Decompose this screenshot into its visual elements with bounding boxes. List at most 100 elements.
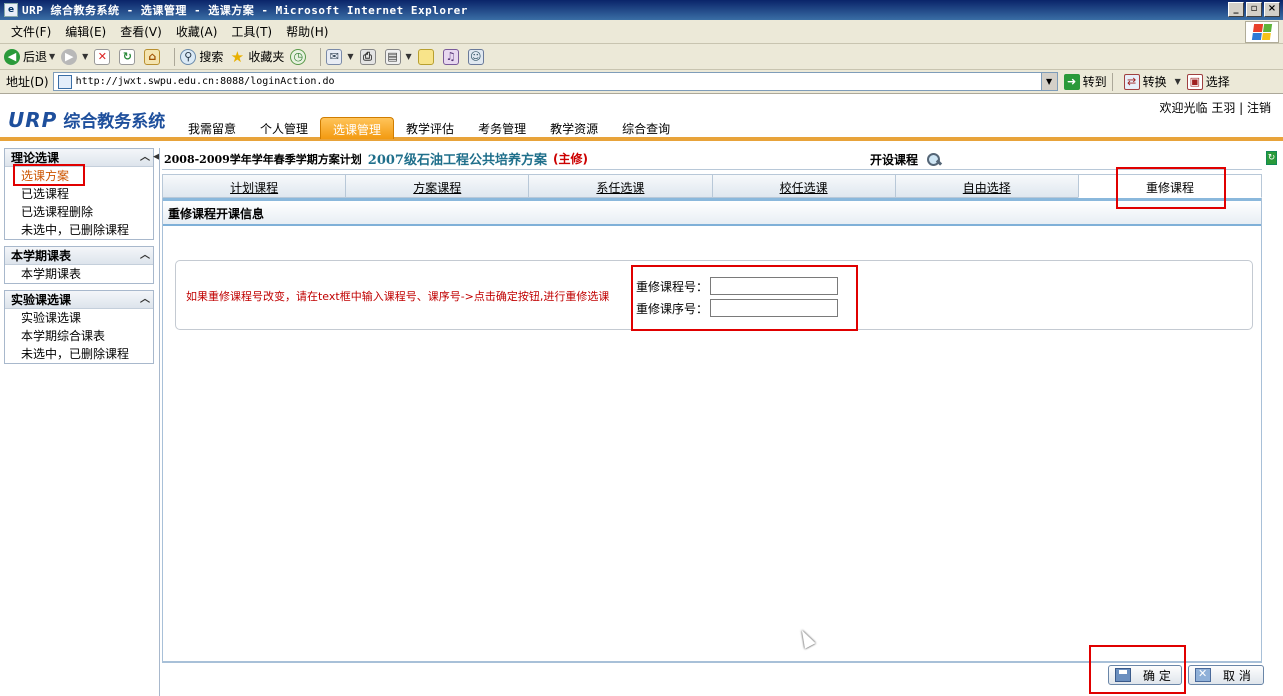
messenger-button[interactable]: ☺ [467,48,487,65]
nav-evaluation[interactable]: 教学评估 [394,117,466,139]
sidebar-item-unselected-deleted[interactable]: 未选中，已删除课程 [5,221,153,239]
urp-logo: URP 综合教务系统 [8,107,165,132]
section-no-label: 重修课序号： [636,301,709,316]
nav-exams[interactable]: 考务管理 [466,117,538,139]
sidebar-item-lab-unselected-deleted[interactable]: 未选中，已删除课程 [5,345,153,363]
cancel-button[interactable]: 取 消 [1188,665,1264,685]
tab-scheme-courses[interactable]: 方案课程 [345,174,529,198]
nav-resources[interactable]: 教学资源 [538,117,610,139]
menu-favorites[interactable]: 收藏(A) [176,23,218,40]
edit-button[interactable]: ▤ ▼ [384,48,412,65]
go-label: 转到 [1082,75,1107,89]
menu-help[interactable]: 帮助(H) [286,23,328,40]
sidebar-item-plan[interactable]: 选课方案 [5,167,153,185]
sidebar-item-delete-selected[interactable]: 已选课程删除 [5,203,153,221]
favorites-label: 收藏夹 [248,50,285,64]
print-button[interactable]: ⎙ [359,48,379,65]
tab-dept-electives[interactable]: 系任选课 [528,174,712,198]
address-input[interactable]: http://jwxt.swpu.edu.cn:8088/loginAction… [52,72,1058,91]
window-title: URP 综合教务系统 - 选课管理 - 选课方案 - Microsoft Int… [22,4,468,17]
nav-course-selection[interactable]: 选课管理 [320,117,395,139]
back-button[interactable]: ◀ 后退 ▼ [4,48,55,65]
menu-file[interactable]: 文件(F) [11,23,51,40]
messenger-icon: ☺ [467,48,484,65]
favorites-button[interactable]: ★ 收藏夹 [229,47,285,66]
section-no-row: 重修课序号： [636,297,839,319]
plan-name: 2007级石油工程公共培养方案 [367,153,547,168]
sidebar-item-term-timetable[interactable]: 本学期课表 [5,265,153,283]
mail-button[interactable]: ✉ ▼ [326,48,354,65]
open-course-link[interactable]: 开设课程 [870,151,942,168]
home-button[interactable]: ⌂ [144,48,163,65]
nav-query[interactable]: 综合查询 [610,117,682,139]
minimize-button[interactable]: _ [1228,2,1244,17]
chevron-down-icon: ▼ [405,52,412,61]
stop-icon: ✕ [94,48,111,65]
left-sidebar: 理论选课 ︿ 选课方案 已选课程 已选课程删除 未选中，已删除课程 本学期课表 … [4,148,154,370]
menu-view[interactable]: 查看(V) [120,23,162,40]
research-button[interactable]: ♫ [442,48,462,65]
select-button[interactable]: ▣ 选择 [1186,73,1230,90]
chevron-down-icon: ▼ [1174,77,1181,86]
refresh-panel-icon[interactable]: ↻ [1266,151,1277,165]
toolbar-divider [320,47,322,66]
magnifier-icon[interactable] [926,152,942,167]
tab-free-choice[interactable]: 自由选择 [894,174,1078,198]
sidebar-group-title[interactable]: 实验课选课 ︿ [5,291,153,309]
nav-personal[interactable]: 个人管理 [248,117,320,139]
go-button[interactable]: ➜ 转到 [1063,73,1107,90]
course-tabs: 计划课程 方案课程 系任选课 校任选课 自由选择 重修课程 [162,174,1263,198]
menu-tools[interactable]: 工具(T) [231,23,272,40]
search-button[interactable]: ⚲ 搜索 [180,48,223,65]
select-label: 选择 [1205,75,1230,89]
sidebar-group-title-text: 本学期课表 [11,249,72,263]
menu-edit[interactable]: 编辑(E) [65,23,106,40]
plan-term: 2008-2009学年学年春季学期方案计划 [164,152,362,166]
confirm-button[interactable]: 确 定 [1108,665,1182,685]
close-button[interactable]: × [1264,2,1280,17]
star-icon: ★ [230,47,245,66]
sidebar-group-title[interactable]: 理论选课 ︿ [5,149,153,167]
address-url: http://jwxt.swpu.edu.cn:8088/loginAction… [75,76,335,87]
note-icon [417,48,434,65]
panel-bottom-divider [162,662,1262,663]
convert-button[interactable]: ⇄ 转换 ▼ [1123,73,1181,90]
app-header: URP 综合教务系统 欢迎光临 王羽 | 注销 我需留意 个人管理 选课管理 教… [0,95,1283,141]
section-no-input[interactable] [710,299,839,317]
chevron-up-icon[interactable]: ︿ [140,291,150,309]
sidebar-group-title-text: 理论选课 [11,151,60,165]
sidebar-item-lab-selection[interactable]: 实验课选课 [5,309,153,327]
confirm-label: 确 定 [1143,668,1171,683]
chevron-down-icon: ▼ [82,52,89,61]
chevron-up-icon[interactable]: ︿ [140,247,150,265]
discuss-button[interactable] [417,48,437,65]
nav-my-attention[interactable]: 我需留意 [176,117,248,139]
chevron-up-icon[interactable]: ︿ [140,149,150,167]
welcome-logout[interactable]: 欢迎光临 王羽 | 注销 [1160,99,1272,116]
go-arrow-icon: ➜ [1063,73,1080,90]
sidebar-item-selected[interactable]: 已选课程 [5,185,153,203]
course-no-input[interactable] [710,277,839,295]
stop-button[interactable]: ✕ [94,48,113,65]
convert-icon: ⇄ [1123,73,1140,90]
tab-retake-courses[interactable]: 重修课程 [1077,174,1263,198]
history-button[interactable]: ◷ [290,48,309,65]
plan-info-bar: 2008-2009学年学年春季学期方案计划 2007级石油工程公共培养方案 (主… [162,148,1262,170]
retake-hint: 如果重修课程号改变，请在text框中输入课程号、课序号->点击确定按钮,进行重修… [186,290,610,303]
address-dropdown-icon[interactable]: ▼ [1040,73,1057,90]
refresh-button[interactable]: ↻ [119,48,138,65]
chevron-down-icon: ▼ [49,52,56,61]
sidebar-group-title[interactable]: 本学期课表 ︿ [5,247,153,265]
sidebar-item-combined-timetable[interactable]: 本学期综合课表 [5,327,153,345]
main-nav: 我需留意 个人管理 选课管理 教学评估 考务管理 教学资源 综合查询 [176,117,682,139]
address-bar: 地址(D) http://jwxt.swpu.edu.cn:8088/login… [0,70,1283,94]
forward-button[interactable]: ▶ ▼ [61,48,89,65]
sidebar-group-timetable: 本学期课表 ︿ 本学期课表 [4,246,154,284]
tab-plan-courses[interactable]: 计划课程 [162,174,346,198]
refresh-icon: ↻ [119,48,136,65]
print-icon: ⎙ [359,48,376,65]
course-no-label: 重修课程号： [636,279,709,294]
maximize-button[interactable]: ▫ [1246,2,1262,17]
tab-school-electives[interactable]: 校任选课 [711,174,895,198]
mail-icon: ✉ [326,48,343,65]
